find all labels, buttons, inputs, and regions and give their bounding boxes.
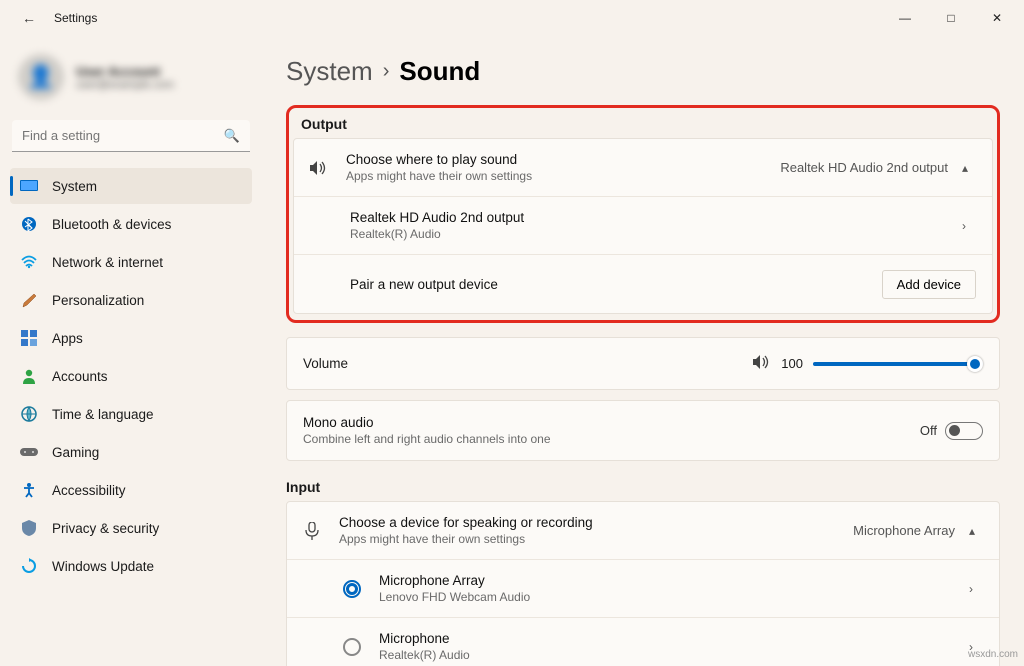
nav-label: Gaming xyxy=(52,445,99,460)
row-title: Realtek HD Audio 2nd output xyxy=(350,210,962,225)
row-title: Choose where to play sound xyxy=(346,152,780,167)
input-device-row[interactable]: Microphone Array Lenovo FHD Webcam Audio… xyxy=(287,560,999,618)
nav-item-system[interactable]: System xyxy=(10,168,252,204)
row-subtitle: Apps might have their own settings xyxy=(339,532,853,546)
volume-label: Volume xyxy=(303,356,348,371)
system-icon xyxy=(20,177,38,195)
output-group: Choose where to play sound Apps might ha… xyxy=(293,138,993,314)
nav-label: Time & language xyxy=(52,407,154,422)
window-controls: — □ ✕ xyxy=(882,3,1020,33)
update-icon xyxy=(20,557,38,575)
row-subtitle: Realtek(R) Audio xyxy=(379,648,969,662)
row-title: Microphone xyxy=(379,631,969,646)
brush-icon xyxy=(20,291,38,309)
input-heading: Input xyxy=(286,479,1000,495)
search-field[interactable]: 🔍 xyxy=(12,120,250,152)
choose-input-row[interactable]: Choose a device for speaking or recordin… xyxy=(287,502,999,560)
row-subtitle: Apps might have their own settings xyxy=(346,169,780,183)
search-input[interactable] xyxy=(12,120,250,152)
row-subtitle: Combine left and right audio channels in… xyxy=(303,432,920,446)
radio-selected[interactable] xyxy=(343,580,361,598)
chevron-right-icon: › xyxy=(962,219,976,233)
page-title: Sound xyxy=(399,56,480,87)
output-section-highlight: Output Choose where to play sound Apps m… xyxy=(286,105,1000,323)
output-heading: Output xyxy=(293,112,993,134)
choose-output-row[interactable]: Choose where to play sound Apps might ha… xyxy=(294,139,992,197)
nav-label: System xyxy=(52,179,97,194)
mono-audio-card[interactable]: Mono audio Combine left and right audio … xyxy=(286,400,1000,461)
row-subtitle: Realtek(R) Audio xyxy=(350,227,962,241)
nav-item-network[interactable]: Network & internet xyxy=(10,244,252,280)
gaming-icon xyxy=(20,443,38,461)
microphone-icon xyxy=(303,522,321,540)
profile-card[interactable]: 👤 User Account user@example.com xyxy=(10,46,252,114)
nav-list: System Bluetooth & devices Network & int… xyxy=(10,168,252,584)
nav-label: Accessibility xyxy=(52,483,126,498)
maximize-button[interactable]: □ xyxy=(928,3,974,33)
row-title: Pair a new output device xyxy=(350,277,882,292)
back-button[interactable]: ← xyxy=(18,6,40,30)
nav-label: Personalization xyxy=(52,293,144,308)
wifi-icon xyxy=(20,253,38,271)
nav-item-gaming[interactable]: Gaming xyxy=(10,434,252,470)
volume-value: 100 xyxy=(781,356,803,371)
nav-item-accessibility[interactable]: Accessibility xyxy=(10,472,252,508)
chevron-right-icon: › xyxy=(383,60,390,83)
profile-name: User Account xyxy=(76,64,174,79)
row-title: Mono audio xyxy=(303,415,920,430)
speaker-icon xyxy=(310,160,328,176)
chevron-up-icon: ▴ xyxy=(969,524,983,538)
nav-item-accounts[interactable]: Accounts xyxy=(10,358,252,394)
watermark: wsxdn.com xyxy=(968,649,1018,660)
close-button[interactable]: ✕ xyxy=(974,3,1020,33)
shield-icon xyxy=(20,519,38,537)
nav-label: Apps xyxy=(52,331,83,346)
nav-item-bluetooth[interactable]: Bluetooth & devices xyxy=(10,206,252,242)
volume-slider[interactable] xyxy=(813,362,983,366)
nav-label: Bluetooth & devices xyxy=(52,217,171,232)
volume-card: Volume 100 xyxy=(286,337,1000,390)
nav-label: Privacy & security xyxy=(52,521,159,536)
chevron-right-icon: › xyxy=(969,582,983,596)
search-icon: 🔍 xyxy=(224,128,240,144)
nav-item-privacy[interactable]: Privacy & security xyxy=(10,510,252,546)
main-content: System › Sound Output Choose where to pl… xyxy=(262,36,1024,666)
apps-icon xyxy=(20,329,38,347)
profile-email: user@example.com xyxy=(76,79,174,91)
pair-output-row: Pair a new output device Add device xyxy=(294,255,992,313)
titlebar: ← Settings — □ ✕ xyxy=(0,0,1024,36)
input-selected-value: Microphone Array xyxy=(853,523,955,538)
breadcrumb-parent[interactable]: System xyxy=(286,56,373,87)
row-title: Microphone Array xyxy=(379,573,969,588)
nav-item-apps[interactable]: Apps xyxy=(10,320,252,356)
chevron-up-icon: ▴ xyxy=(962,161,976,175)
nav-label: Network & internet xyxy=(52,255,163,270)
accessibility-icon xyxy=(20,481,38,499)
window-title: Settings xyxy=(54,11,97,25)
speaker-icon[interactable] xyxy=(753,354,771,373)
sidebar: 👤 User Account user@example.com 🔍 System… xyxy=(0,36,262,666)
nav-item-personalization[interactable]: Personalization xyxy=(10,282,252,318)
row-title: Choose a device for speaking or recordin… xyxy=(339,515,853,530)
row-subtitle: Lenovo FHD Webcam Audio xyxy=(379,590,969,604)
breadcrumb: System › Sound xyxy=(286,56,1000,87)
mono-audio-toggle[interactable] xyxy=(945,422,983,440)
volume-row: Volume 100 xyxy=(287,338,999,389)
minimize-button[interactable]: — xyxy=(882,3,928,33)
bluetooth-icon xyxy=(20,215,38,233)
add-output-device-button[interactable]: Add device xyxy=(882,270,976,299)
output-device-row[interactable]: Realtek HD Audio 2nd output Realtek(R) A… xyxy=(294,197,992,255)
avatar: 👤 xyxy=(18,54,64,100)
nav-item-time-language[interactable]: Time & language xyxy=(10,396,252,432)
nav-label: Windows Update xyxy=(52,559,154,574)
input-group: Choose a device for speaking or recordin… xyxy=(286,501,1000,666)
radio-unselected[interactable] xyxy=(343,638,361,656)
nav-label: Accounts xyxy=(52,369,108,384)
output-selected-value: Realtek HD Audio 2nd output xyxy=(780,160,948,175)
person-icon xyxy=(20,367,38,385)
input-device-row[interactable]: Microphone Realtek(R) Audio › xyxy=(287,618,999,666)
globe-icon xyxy=(20,405,38,423)
nav-item-windows-update[interactable]: Windows Update xyxy=(10,548,252,584)
toggle-state: Off xyxy=(920,423,937,438)
